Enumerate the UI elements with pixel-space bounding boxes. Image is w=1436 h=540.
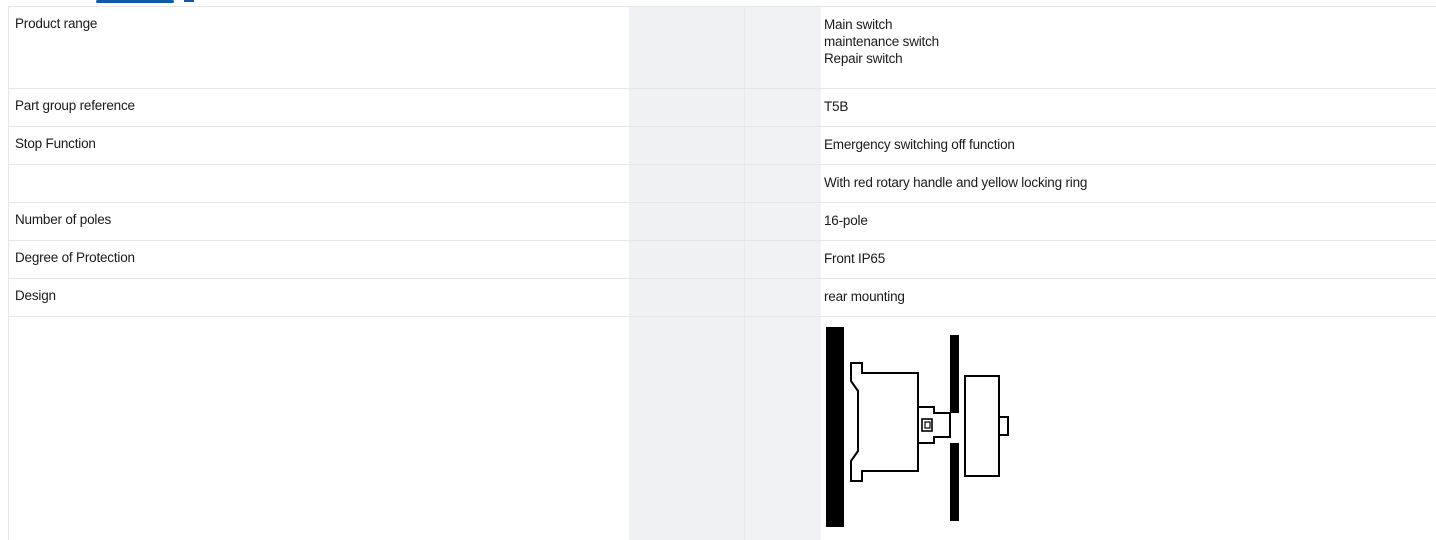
table-row: Design rear mounting [9,278,1436,317]
row-value: 16-pole [824,212,868,229]
value-line: Repair switch [824,51,903,66]
row-label: Design [15,288,56,303]
row-value: rear mounting [824,288,905,305]
rear-mounting-diagram-icon [824,325,1024,531]
handle-icon [964,375,1000,477]
row-value: With red rotary handle and yellow lockin… [824,174,1087,191]
row-label: Part group reference [15,98,135,113]
table-row: Degree of Protection Front IP65 [9,240,1436,279]
row-value: Emergency switching off function [824,136,1015,153]
table-row: With red rotary handle and yellow lockin… [9,164,1436,203]
row-value: Front IP65 [824,250,885,267]
table-row: Stop Function Emergency switching off fu… [9,126,1436,165]
value-line: rear mounting [824,289,905,304]
value-line: 16-pole [824,213,868,228]
value-line: Main switch [824,17,893,32]
value-line: Front IP65 [824,251,886,266]
row-value: T5B [824,98,848,115]
table-row [9,316,1436,540]
value-line: Emergency switching off function [824,137,1015,152]
front-panel-upper-icon [950,335,959,413]
value-line: maintenance switch [824,34,939,49]
value-line: T5B [824,99,849,114]
handle-knob-icon [998,416,1009,436]
accent-bar [96,0,174,3]
table-row: Number of poles 16-pole [9,202,1436,241]
row-value: Main switch maintenance switch Repair sw… [824,16,939,67]
front-panel-lower-icon [950,443,959,521]
spec-table: Product range Main switch maintenance sw… [8,6,1436,540]
accent-bar-end [184,0,194,2]
row-label: Number of poles [15,212,112,227]
row-label: Stop Function [15,136,96,151]
switch-body-icon [850,362,919,482]
table-row: Product range Main switch maintenance sw… [9,6,1436,89]
row-label: Product range [15,16,98,31]
panel-bar-icon [826,327,844,527]
row-label: Degree of Protection [15,250,135,265]
value-line: With red rotary handle and yellow lockin… [824,175,1088,190]
table-row: Part group reference T5B [9,88,1436,127]
